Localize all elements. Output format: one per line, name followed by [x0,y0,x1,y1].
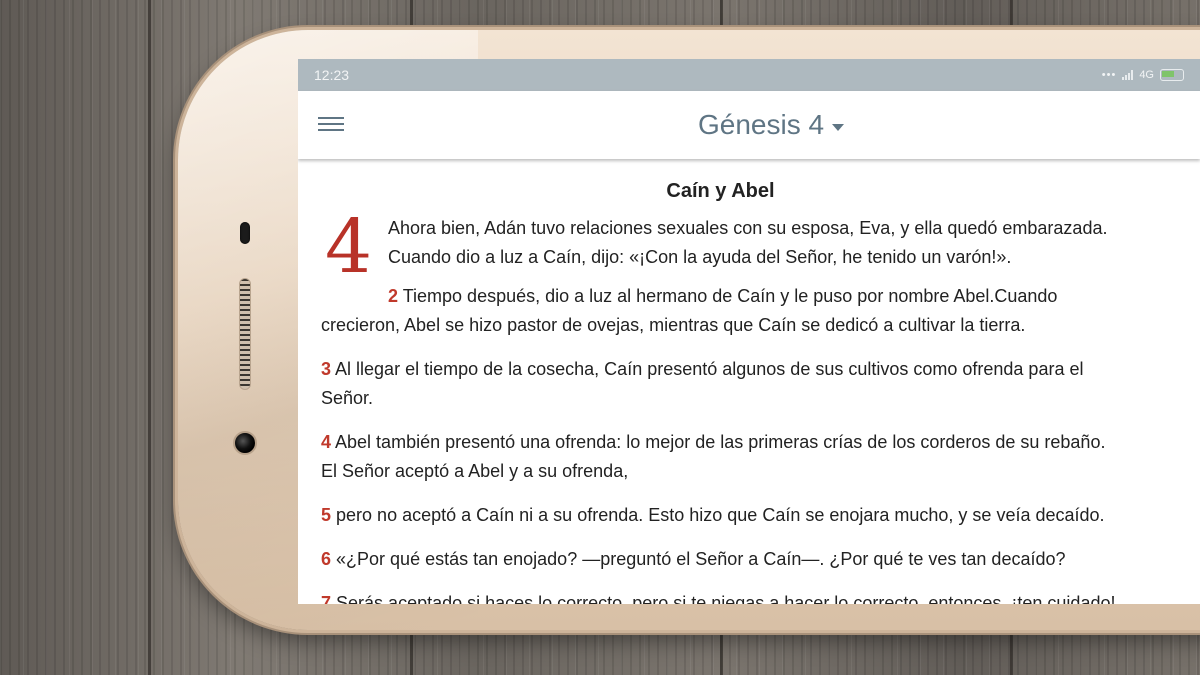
verse-line: 3 Al llegar el tiempo de la cosecha, Caí… [321,355,1200,384]
battery-icon [1160,69,1184,81]
verse-number: 3 [321,359,332,379]
status-bar: 12:23 ••• 4G [298,59,1200,91]
verse-number: 7 [321,593,332,604]
verse-text: Al llegar el tiempo de la cosecha, Caín … [335,359,1084,379]
verse-line: El Señor aceptó a Abel y a su ofrenda, [321,461,629,481]
verse-line: Ahora bien, Adán tuvo relaciones sexuale… [388,218,1108,238]
network-type: 4G [1139,69,1154,81]
verse-6: 6 «¿Por qué estás tan enojado? —preguntó… [321,545,1200,574]
scripture-text: Caín y Abel 4 Ahora bien, Adán tuvo rela… [298,159,1200,604]
verse-line: Señor. [321,388,374,408]
verse-4: 4 Abel también presentó una ofrenda: lo … [321,428,1200,486]
verse-text: Tiempo después, dio a luz al hermano de … [402,286,1058,306]
speaker-grille [239,278,251,390]
verse-line: 6 «¿Por qué estás tan enojado? —preguntó… [321,545,1200,574]
verse-line: 2 Tiempo después, dio a luz al hermano d… [321,282,1200,311]
verse-text: Abel también presentó una ofrenda: lo me… [335,432,1106,452]
verse-number: 5 [321,505,332,525]
verse-text: «¿Por qué estás tan enojado? —preguntó e… [336,549,1066,569]
verse-5: 5 pero no aceptó a Caín ni a su ofrenda.… [321,501,1200,530]
verse-2: 2 Tiempo después, dio a luz al hermano d… [321,282,1200,340]
section-heading: Caín y Abel [666,180,775,202]
app-screen: 12:23 ••• 4G Génesis 4 Caín y Abel 4 Aho… [298,59,1200,604]
verse-line: crecieron, Abel se hizo pastor de ovejas… [321,315,1026,335]
verse-line: 4 Abel también presentó una ofrenda: lo … [321,428,1200,457]
verse-number: 6 [321,549,332,569]
verse-line: 5 pero no aceptó a Caín ni a su ofrenda.… [321,501,1200,530]
caret-down-icon [832,123,845,131]
hamburger-menu-icon[interactable] [318,117,344,135]
verse-line: 7 Serás aceptado si haces lo correcto, p… [321,589,1200,604]
verse-line: Cuando dio a luz a Caín, dijo: «¡Con la … [388,247,1012,267]
chapter-dropcap: 4 [325,204,373,290]
status-icons: ••• 4G [1102,69,1184,81]
verse-text: pero no aceptó a Caín ni a su ofrenda. E… [336,505,1105,525]
book-chapter-selector[interactable]: Génesis 4 [698,91,845,159]
app-bar: Génesis 4 [298,91,1200,159]
verse-text: Serás aceptado si haces lo correcto, per… [336,593,1116,604]
earpiece [240,222,250,244]
verse-1: 4 Ahora bien, Adán tuvo relaciones sexua… [321,210,1200,284]
signal-icon [1122,70,1134,80]
verse-7: 7 Serás aceptado si haces lo correcto, p… [321,589,1200,604]
verse-number: 4 [321,432,332,452]
status-time: 12:23 [314,67,350,83]
more-dots-icon: ••• [1101,69,1117,81]
verse-3: 3 Al llegar el tiempo de la cosecha, Caí… [321,355,1200,413]
page-title: Génesis 4 [698,109,825,140]
verse-number: 2 [388,286,399,306]
front-camera [233,431,257,455]
